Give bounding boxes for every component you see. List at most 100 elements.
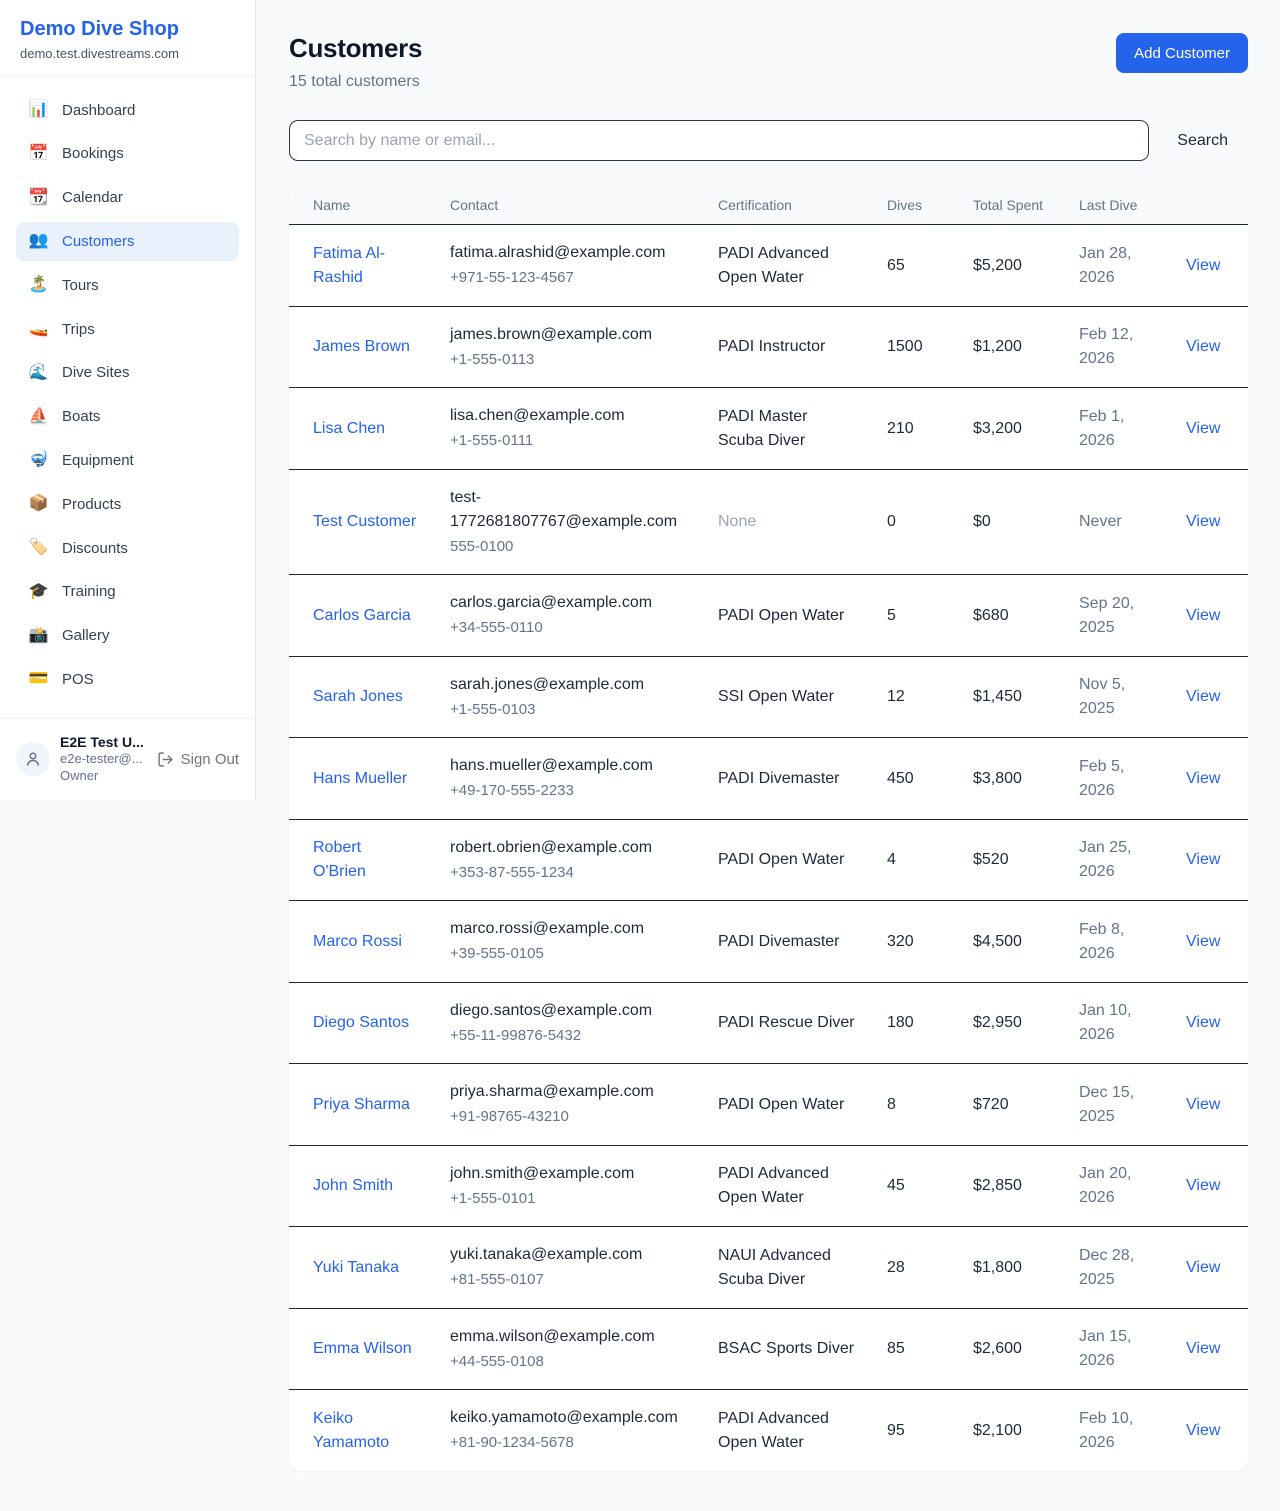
sidebar-item-training[interactable]: 🎓 Training — [16, 573, 239, 612]
customer-dives: 85 — [887, 1340, 905, 1357]
customer-phone: +1-555-0113 — [450, 349, 686, 372]
customer-phone: +1-555-0111 — [450, 430, 686, 453]
customer-name-link[interactable]: Sarah Jones — [313, 688, 403, 705]
sidebar-item-dive-sites[interactable]: 🌊 Dive Sites — [16, 354, 239, 393]
customer-phone: +1-555-0103 — [450, 699, 686, 722]
customer-phone: +49-170-555-2233 — [450, 780, 686, 803]
sign-out-button[interactable]: Sign Out — [157, 751, 239, 768]
customer-name-link[interactable]: Marco Rossi — [313, 933, 402, 950]
sidebar-item-products[interactable]: 📦 Products — [16, 485, 239, 524]
customer-name-link[interactable]: Emma Wilson — [313, 1340, 412, 1357]
customer-phone: +81-555-0107 — [450, 1269, 686, 1292]
customer-name-link[interactable]: Keiko Yamamoto — [313, 1410, 389, 1451]
customer-email: sarah.jones@example.com — [450, 673, 686, 697]
customer-email: lisa.chen@example.com — [450, 404, 686, 428]
shop-name: Demo Dive Shop — [20, 17, 235, 41]
customer-last-dive: Jan 28, 2026 — [1079, 245, 1131, 286]
customer-last-dive: Nov 5, 2025 — [1079, 676, 1125, 717]
customer-certification: PADI Advanced Open Water — [718, 1410, 829, 1451]
view-customer-link[interactable]: View — [1186, 933, 1220, 950]
customer-dives: 210 — [887, 420, 914, 437]
customer-name-link[interactable]: Hans Mueller — [313, 770, 407, 787]
search-button[interactable]: Search — [1149, 132, 1248, 150]
customer-total-spent: $680 — [973, 607, 1009, 624]
sidebar-item-label: Trips — [62, 320, 95, 340]
add-customer-button[interactable]: Add Customer — [1116, 33, 1248, 73]
sidebar-item-dashboard[interactable]: 📊 Dashboard — [16, 91, 239, 130]
customer-email: carlos.garcia@example.com — [450, 591, 686, 615]
customer-phone: +44-555-0108 — [450, 1351, 686, 1374]
sidebar-item-equipment[interactable]: 🤿 Equipment — [16, 441, 239, 480]
customer-name-link[interactable]: James Brown — [313, 338, 410, 355]
view-customer-link[interactable]: View — [1186, 607, 1220, 624]
customer-name-link[interactable]: John Smith — [313, 1177, 393, 1194]
pos-icon: 💳 — [28, 669, 49, 690]
training-icon: 🎓 — [28, 582, 49, 603]
sidebar-nav: 📊 Dashboard 📅 Bookings 📆 Calendar 👥 Cust… — [0, 77, 255, 699]
customer-dives: 45 — [887, 1177, 905, 1194]
sign-out-label: Sign Out — [181, 751, 239, 768]
sidebar-item-gallery[interactable]: 📸 Gallery — [16, 617, 239, 656]
view-customer-link[interactable]: View — [1186, 1014, 1220, 1031]
products-icon: 📦 — [28, 494, 49, 515]
customer-name-link[interactable]: Carlos Garcia — [313, 607, 411, 624]
column-header: Certification — [702, 186, 871, 225]
customer-name-link[interactable]: Diego Santos — [313, 1014, 409, 1031]
customer-email: hans.mueller@example.com — [450, 754, 686, 778]
customer-name-link[interactable]: Test Customer — [313, 513, 416, 530]
sidebar-item-discounts[interactable]: 🏷️ Discounts — [16, 529, 239, 568]
view-customer-link[interactable]: View — [1186, 420, 1220, 437]
table-row: Keiko Yamamoto keiko.yamamoto@example.co… — [289, 1390, 1248, 1471]
sidebar-item-bookings[interactable]: 📅 Bookings — [16, 135, 239, 174]
table-row: Carlos Garcia carlos.garcia@example.com … — [289, 575, 1248, 657]
view-customer-link[interactable]: View — [1186, 513, 1220, 530]
sidebar-item-label: Equipment — [62, 451, 134, 471]
sidebar-item-pos[interactable]: 💳 POS — [16, 660, 239, 699]
customer-name-link[interactable]: Lisa Chen — [313, 420, 385, 437]
view-customer-link[interactable]: View — [1186, 851, 1220, 868]
column-header: Last Dive — [1063, 186, 1170, 225]
customer-name-link[interactable]: Robert O'Brien — [313, 839, 366, 880]
sidebar-item-calendar[interactable]: 📆 Calendar — [16, 179, 239, 218]
column-header: Contact — [434, 186, 702, 225]
sidebar-item-label: Bookings — [62, 144, 124, 164]
customer-email: fatima.alrashid@example.com — [450, 241, 686, 265]
gallery-icon: 📸 — [28, 626, 49, 647]
view-customer-link[interactable]: View — [1186, 1096, 1220, 1113]
customer-total-spent: $2,100 — [973, 1422, 1022, 1439]
customer-dives: 450 — [887, 770, 914, 787]
customer-last-dive: Jan 15, 2026 — [1079, 1328, 1131, 1369]
view-customer-link[interactable]: View — [1186, 1422, 1220, 1439]
search-input[interactable] — [289, 120, 1149, 161]
customer-dives: 320 — [887, 933, 914, 950]
table-row: Fatima Al-Rashid fatima.alrashid@example… — [289, 225, 1248, 307]
view-customer-link[interactable]: View — [1186, 1340, 1220, 1357]
table-row: Sarah Jones sarah.jones@example.com +1-5… — [289, 656, 1248, 738]
sidebar-item-customers[interactable]: 👥 Customers — [16, 222, 239, 261]
page-header: Customers 15 total customers Add Custome… — [289, 33, 1248, 91]
view-customer-link[interactable]: View — [1186, 338, 1220, 355]
customer-name-link[interactable]: Priya Sharma — [313, 1096, 410, 1113]
view-customer-link[interactable]: View — [1186, 770, 1220, 787]
sidebar-item-tours[interactable]: 🏝️ Tours — [16, 266, 239, 305]
view-customer-link[interactable]: View — [1186, 1259, 1220, 1276]
avatar — [16, 742, 50, 776]
customer-dives: 28 — [887, 1259, 905, 1276]
customer-name-link[interactable]: Fatima Al-Rashid — [313, 245, 385, 286]
customer-phone: +81-90-1234-5678 — [450, 1432, 686, 1455]
search-bar: Search — [289, 120, 1248, 161]
view-customer-link[interactable]: View — [1186, 688, 1220, 705]
customer-phone: +971-55-123-4567 — [450, 267, 686, 290]
view-customer-link[interactable]: View — [1186, 1177, 1220, 1194]
customer-dives: 4 — [887, 851, 896, 868]
equipment-icon: 🤿 — [28, 450, 49, 471]
customer-name-link[interactable]: Yuki Tanaka — [313, 1259, 399, 1276]
table-row: Priya Sharma priya.sharma@example.com +9… — [289, 1064, 1248, 1146]
sidebar-item-trips[interactable]: 🚤 Trips — [16, 310, 239, 349]
view-customer-link[interactable]: View — [1186, 257, 1220, 274]
sidebar-item-boats[interactable]: ⛵ Boats — [16, 398, 239, 437]
sidebar-item-label: Products — [62, 495, 121, 515]
table-row: Yuki Tanaka yuki.tanaka@example.com +81-… — [289, 1227, 1248, 1309]
customer-last-dive: Feb 8, 2026 — [1079, 921, 1124, 962]
sidebar-item-label: POS — [62, 670, 94, 690]
